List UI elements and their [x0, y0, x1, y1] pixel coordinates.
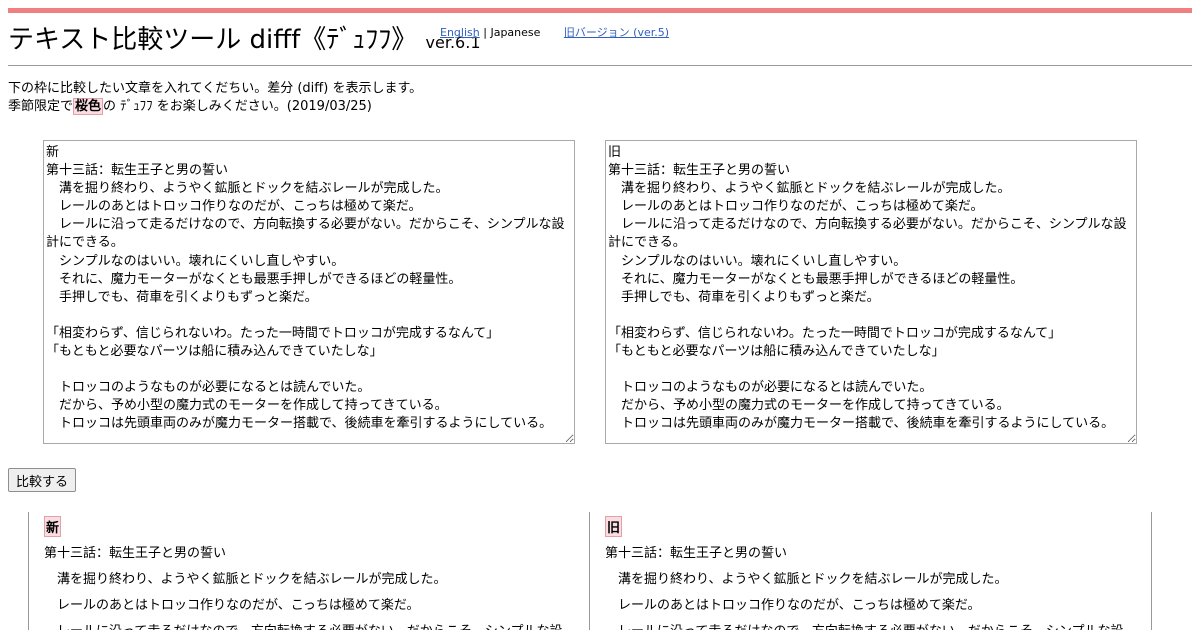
- diff-result: 新 第十三話：転生王子と男の誓い 溝を掘り終わり、ようやく鉱脈とドックを結ぶレー…: [0, 512, 1200, 630]
- result-border-right: [1151, 512, 1152, 630]
- result-new-line: 第十三話：転生王子と男の誓い: [44, 546, 227, 561]
- intro-text: 下の枠に比較したい文章を入れてくだちい。差分 (diff) を表示します。 季節…: [8, 80, 422, 116]
- old-version-link[interactable]: 旧バージョン (ver.5): [564, 26, 669, 39]
- japanese-current: Japanese: [490, 26, 541, 39]
- compare-button[interactable]: 比較する: [8, 468, 77, 492]
- intro-line-1: 下の枠に比較したい文章を入れてくだちい。差分 (diff) を表示します。: [8, 81, 423, 96]
- english-link[interactable]: English: [440, 26, 480, 39]
- header-divider: [8, 65, 1192, 66]
- result-new-line: レールのあとはトロッコ作りなのだが、こっちは極めて楽だ。: [44, 598, 420, 613]
- result-old-line: 溝を掘り終わり、ようやく鉱脈とドックを結ぶレールが完成した。: [605, 572, 1008, 587]
- intro-line-2: 季節限定で 桜色の ﾃﾞｭﾌﾌ をお楽しみください。(2019/03/25): [8, 98, 422, 116]
- language-switcher: English | Japanese 旧バージョン (ver.5): [440, 24, 669, 40]
- result-border-left: [28, 512, 29, 630]
- result-old-line: 第十三話：転生王子と男の誓い: [605, 546, 788, 561]
- old-text-input[interactable]: 旧 第十三話：転生王子と男の誓い 溝を掘り終わり、ようやく鉱脈とドックを結ぶレー…: [605, 140, 1137, 444]
- result-border-middle: [589, 512, 590, 630]
- new-text-input[interactable]: 新 第十三話：転生王子と男の誓い 溝を掘り終わり、ようやく鉱脈とドックを結ぶレー…: [43, 140, 575, 444]
- accent-bar: [8, 8, 1192, 13]
- result-new-header: 新: [44, 516, 62, 537]
- sakura-highlight: 桜色: [73, 98, 104, 115]
- page-title: テキスト比較ツール difff《ﾃﾞｭﾌﾌ》 ver.6.1: [8, 22, 481, 61]
- result-old-line: レールのあとはトロッコ作りなのだが、こっちは極めて楽だ。: [605, 598, 981, 613]
- intro-line-2-pre: 季節限定で: [8, 99, 74, 114]
- result-new-line: 溝を掘り終わり、ようやく鉱脈とドックを結ぶレールが完成した。: [44, 572, 447, 587]
- result-old-line: レールに沿って走るだけなので、方向転換する必要がない。だからこそ、シンプルな設: [605, 620, 1123, 630]
- intro-line-2-post: の ﾃﾞｭﾌﾌ をお楽しみください。(2019/03/25): [103, 99, 372, 114]
- language-separator: |: [483, 26, 487, 39]
- result-new-line: レールに沿って走るだけなので、方向転換する必要がない。だからこそ、シンプルな設: [44, 620, 562, 630]
- result-old-header: 旧: [605, 516, 623, 537]
- app-title: テキスト比較ツール difff《ﾃﾞｭﾌﾌ》: [8, 25, 418, 55]
